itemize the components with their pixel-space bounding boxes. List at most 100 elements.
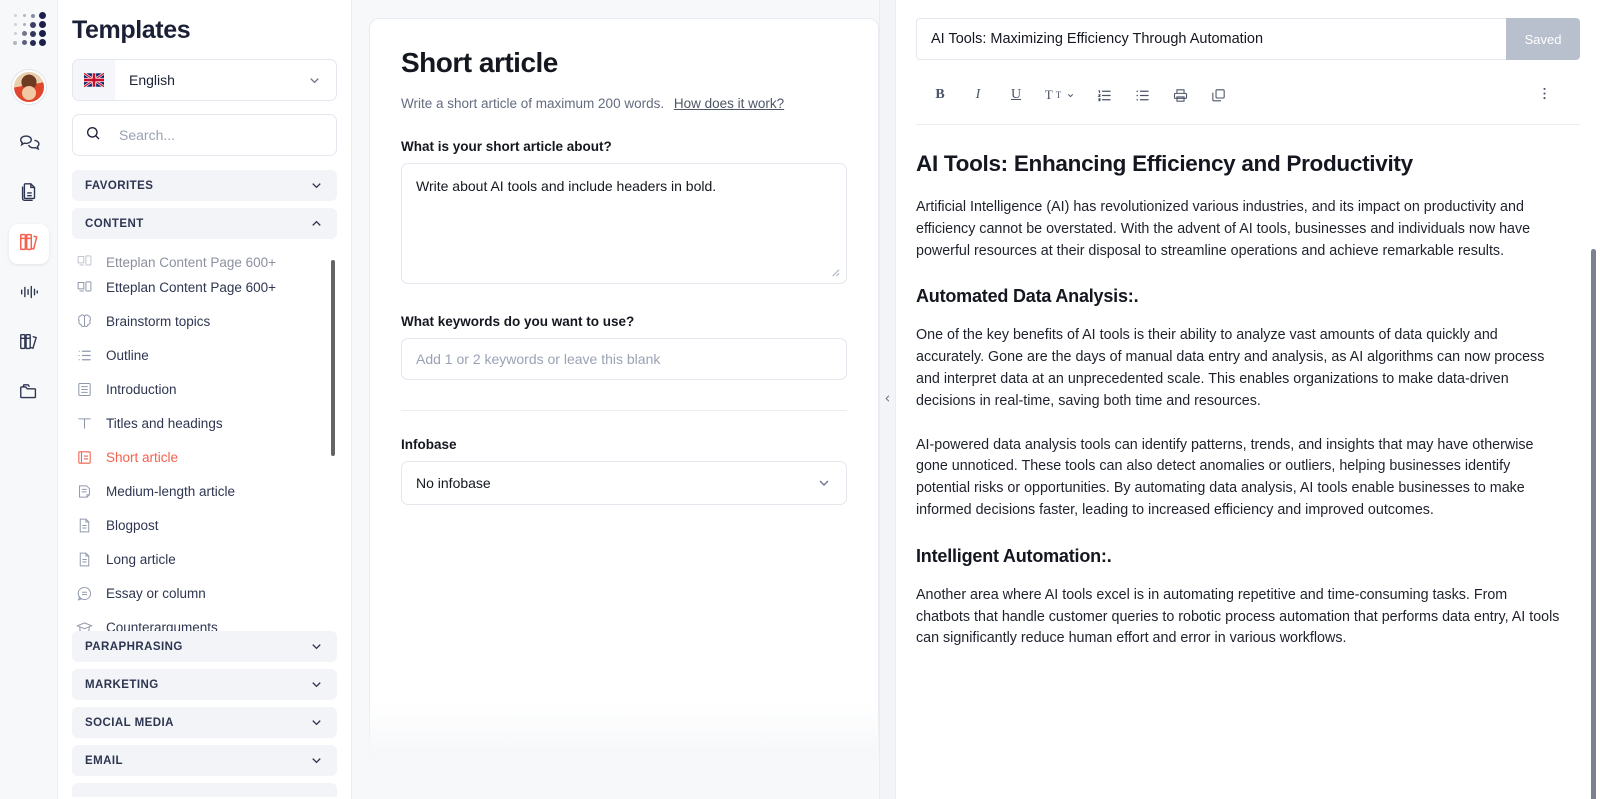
folder-icon — [18, 381, 40, 408]
list-item-label: Etteplan Content Page 600+ — [106, 255, 277, 270]
underline-button[interactable]: U — [1000, 80, 1032, 110]
how-does-it-work-link[interactable]: How does it work? — [674, 96, 784, 111]
group-header-favorites[interactable]: FAVORITES — [72, 170, 337, 201]
rail-item-documents[interactable] — [9, 174, 49, 214]
editor-header: Saved — [896, 0, 1600, 60]
numbered-list-button[interactable] — [1088, 80, 1120, 110]
keywords-field-label: What keywords do you want to use? — [401, 314, 635, 329]
chevron-down-icon — [309, 753, 324, 768]
group-header-next-partial[interactable] — [72, 783, 337, 797]
dot-grid-logo[interactable] — [12, 12, 46, 46]
list-item[interactable]: Essay or column — [72, 576, 321, 610]
text-t-icon — [74, 415, 94, 432]
chevron-down-icon — [1066, 91, 1075, 100]
list-item-label: Essay or column — [106, 585, 206, 601]
list-item[interactable]: Counterarguments — [72, 610, 321, 631]
list-item[interactable]: Titles and headings — [72, 406, 321, 440]
form-subtitle-text: Write a short article of maximum 200 wor… — [401, 96, 665, 111]
templates-scrollbar[interactable] — [331, 260, 335, 456]
chevron-down-icon — [309, 639, 324, 654]
document-subheading: Intelligent Automation:. — [916, 545, 1112, 566]
list-item-label: Blogpost — [106, 517, 159, 533]
list-item-label: Outline — [106, 347, 149, 363]
group-header-marketing[interactable]: MARKETING — [72, 669, 337, 700]
rail-item-projects[interactable] — [9, 374, 49, 414]
rail-item-templates[interactable] — [8, 224, 49, 264]
chevron-down-icon — [309, 178, 324, 193]
list-item-label: Medium-length article — [106, 483, 236, 499]
document-scrollbar[interactable] — [1591, 249, 1596, 799]
search-icon — [85, 125, 101, 146]
search-input[interactable] — [101, 127, 324, 143]
group-label-favorites: FAVORITES — [85, 179, 154, 192]
document-paragraph: AI-powered data analysis tools can ident… — [916, 436, 1534, 518]
templates-list: Etteplan Content Page 600+ Etteplan Cont… — [72, 246, 337, 631]
document-paragraph: Another area where AI tools excel is in … — [916, 586, 1560, 647]
print-button[interactable] — [1164, 80, 1196, 110]
list-item[interactable]: Brainstorm topics — [72, 304, 321, 338]
list-item-label: Long article — [106, 551, 176, 567]
group-header-email[interactable]: EMAIL — [72, 745, 337, 776]
document-lines-icon — [74, 381, 94, 398]
templates-sidebar: Templates English Search... FAVORITES CO… — [58, 0, 352, 799]
group-header-paraphrasing[interactable]: PARAPHRASING — [72, 631, 337, 662]
list-item[interactable]: Outline — [72, 338, 321, 372]
search-box[interactable] — [72, 114, 337, 156]
editor-toolbar: B I U TT — [916, 60, 1580, 125]
group-label-marketing: MARKETING — [85, 678, 159, 691]
document-heading: AI Tools: Enhancing Efficiency and Produ… — [916, 151, 1413, 176]
about-field-label: What is your short article about? — [401, 139, 612, 154]
uk-flag-icon — [73, 60, 115, 100]
bold-button[interactable]: B — [924, 80, 956, 110]
list-item-label: Etteplan Content Page 600+ — [106, 279, 277, 295]
rail-item-chat[interactable] — [9, 124, 49, 164]
form-subtitle: Write a short article of maximum 200 wor… — [401, 96, 847, 111]
rail-item-library[interactable] — [9, 324, 49, 364]
italic-button[interactable]: I — [962, 80, 994, 110]
list-item[interactable]: Introduction — [72, 372, 321, 406]
rail-item-audio[interactable] — [9, 274, 49, 314]
document-title-row: Saved — [916, 18, 1580, 60]
form-title: Short article — [401, 47, 558, 78]
document-content[interactable]: AI Tools: Enhancing Efficiency and Produ… — [896, 125, 1600, 799]
graduation-cap-icon — [74, 619, 94, 631]
document-title-input[interactable] — [916, 18, 1506, 60]
monitor-server-icon — [74, 253, 94, 270]
language-label: English — [129, 72, 175, 88]
infobase-select[interactable]: No infobase — [401, 461, 847, 505]
list-item[interactable]: Blogpost — [72, 508, 321, 542]
templates-scroll-area[interactable]: Etteplan Content Page 600+ Etteplan Cont… — [72, 246, 337, 631]
document-paragraph: Artificial Intelligence (AI) has revolut… — [916, 199, 1531, 259]
list-item-label: Brainstorm topics — [106, 313, 211, 329]
text-size-button[interactable]: TT — [1038, 80, 1082, 110]
list-item-short-article[interactable]: Short article — [72, 440, 321, 474]
app-root: Templates English Search... FAVORITES CO… — [0, 0, 1600, 799]
infobase-selected-value: No infobase — [416, 475, 491, 491]
chat-bubbles-icon — [18, 131, 40, 158]
chevron-down-icon — [309, 715, 324, 730]
list-item[interactable]: Etteplan Content Page 600+ — [72, 246, 321, 270]
copy-button[interactable] — [1202, 80, 1234, 110]
more-options-button[interactable] — [1528, 80, 1560, 110]
list-item[interactable]: Etteplan Content Page 600+ — [72, 270, 321, 304]
group-label-paraphrasing: PARAPHRASING — [85, 640, 183, 653]
user-avatar[interactable] — [11, 70, 46, 104]
list-item[interactable]: Medium-length article — [72, 474, 321, 508]
save-status-button[interactable]: Saved — [1506, 18, 1580, 60]
group-header-social-media[interactable]: SOCIAL MEDIA — [72, 707, 337, 738]
group-label-social-media: SOCIAL MEDIA — [85, 716, 174, 729]
bullet-list-button[interactable] — [1126, 80, 1158, 110]
group-label-email: EMAIL — [85, 754, 124, 767]
group-header-content[interactable]: CONTENT — [72, 208, 337, 239]
medium-article-icon — [74, 483, 94, 500]
document-paragraph: One of the key benefits of AI tools is t… — [916, 327, 1545, 409]
language-selector[interactable]: English — [72, 59, 337, 101]
collapse-panel-handle[interactable] — [879, 0, 896, 799]
chevron-down-icon — [816, 475, 832, 491]
books-icon — [18, 231, 40, 258]
list-item[interactable]: Long article — [72, 542, 321, 576]
icon-rail — [0, 0, 58, 799]
document-subheading: Automated Data Analysis:. — [916, 286, 1139, 307]
keywords-input[interactable] — [401, 338, 847, 380]
about-textarea[interactable] — [401, 163, 847, 284]
